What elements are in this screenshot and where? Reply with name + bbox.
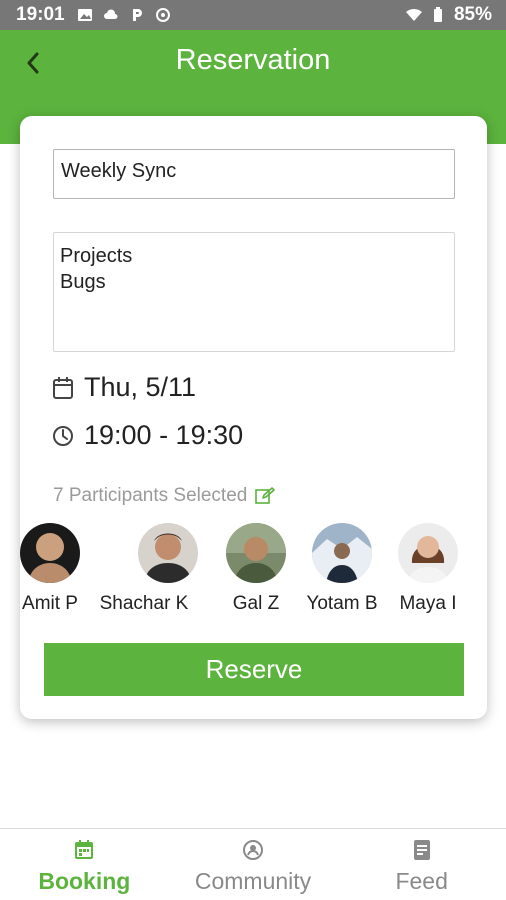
avatar <box>20 523 80 583</box>
cloud-notification-icon <box>103 9 118 19</box>
nav-item-community[interactable]: Community <box>169 829 338 900</box>
participant-name: Shachar K <box>99 593 189 614</box>
participant-name: Yotam B <box>306 593 378 614</box>
battery-level: 85% <box>453 4 492 25</box>
edit-icon <box>255 487 276 504</box>
avatar <box>226 523 286 583</box>
status-time: 19:01 <box>16 4 65 25</box>
reserve-button[interactable]: Reserve <box>44 643 464 696</box>
nav-item-feed[interactable]: Feed <box>337 829 506 900</box>
nav-label-booking: Booking <box>38 868 131 894</box>
participant-name: Maya I <box>399 593 457 614</box>
feed-icon <box>413 840 430 860</box>
community-icon <box>243 840 263 860</box>
avatar <box>312 523 372 583</box>
nav-label-feed: Feed <box>395 868 448 894</box>
date-value: Thu, 5/11 <box>84 372 197 402</box>
time-value: 19:00 - 19:30 <box>84 420 244 450</box>
time-selector[interactable]: 19:00 - 19:30 <box>52 420 243 451</box>
participants-count-label: 7 Participants Selected <box>53 485 248 506</box>
date-selector[interactable]: Thu, 5/11 <box>52 372 196 403</box>
bottom-navigation: Booking Community Feed <box>0 828 506 900</box>
reservation-card: Weekly Sync Projects Bugs Thu, 5/11 19:0… <box>20 116 487 719</box>
avatar <box>138 523 198 583</box>
status-right: 85% <box>405 4 492 26</box>
calendar-icon <box>53 376 73 399</box>
participants-summary: 7 Participants Selected <box>53 485 276 507</box>
participant-avatar-item[interactable]: Yotam B <box>294 523 390 619</box>
battery-icon <box>433 7 442 22</box>
participant-avatar-item[interactable]: Gal Z <box>208 523 304 619</box>
status-icons <box>77 7 171 23</box>
image-notification-icon <box>77 9 92 21</box>
nav-item-booking[interactable]: Booking <box>0 829 169 900</box>
participants-list: Amit P Shachar K Gal Z Yotam B Maya I <box>20 523 487 623</box>
participant-avatar-item[interactable]: Shachar K <box>96 523 198 619</box>
calendar-icon <box>75 840 94 859</box>
clock-icon <box>53 425 73 446</box>
wifi-icon <box>405 8 422 21</box>
sync-notification-icon <box>155 8 170 22</box>
participant-avatar-item[interactable]: Maya I <box>380 523 476 619</box>
meeting-title-input[interactable]: Weekly Sync <box>53 149 455 199</box>
avatar <box>398 523 458 583</box>
status-bar: 19:01 85% <box>0 0 506 30</box>
nav-label-community: Community <box>194 868 312 894</box>
participant-avatar-item[interactable]: Amit P <box>20 523 98 619</box>
participant-name: Amit P <box>22 593 78 614</box>
page-title: Reservation <box>175 44 331 76</box>
edit-participants-button[interactable] <box>255 487 276 505</box>
parking-notification-icon <box>132 9 142 21</box>
meeting-notes-textarea[interactable]: Projects Bugs <box>53 232 455 352</box>
participant-name: Gal Z <box>232 593 280 614</box>
